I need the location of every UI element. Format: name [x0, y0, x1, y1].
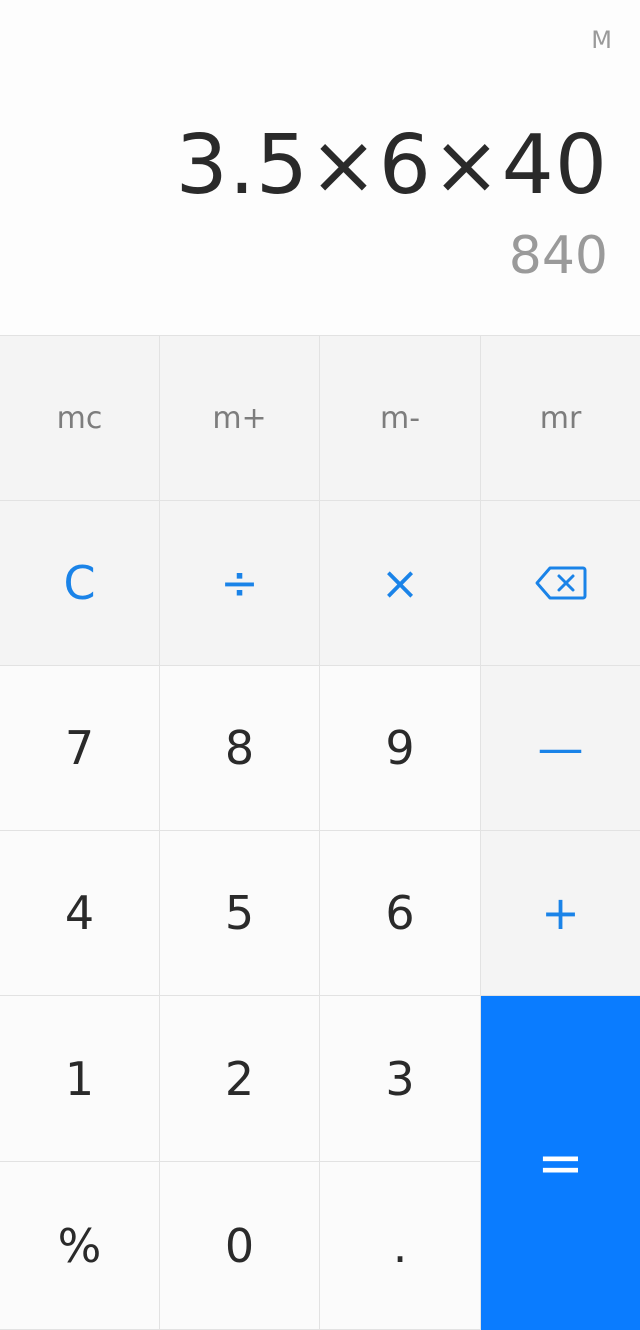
- keypad: mc m+ m- mr C ÷ × 7 8 9 — 4 5 6 + 1 2 3 …: [0, 336, 640, 1330]
- memory-add-button[interactable]: m+: [160, 336, 320, 501]
- expression-display: 3.5×6×40: [175, 118, 608, 213]
- memory-recall-button[interactable]: mr: [481, 336, 640, 501]
- digit-1-button[interactable]: 1: [0, 996, 160, 1162]
- clear-button[interactable]: C: [0, 501, 160, 666]
- digit-2-button[interactable]: 2: [160, 996, 320, 1162]
- digit-0-button[interactable]: 0: [160, 1162, 320, 1330]
- digit-7-button[interactable]: 7: [0, 666, 160, 831]
- plus-button[interactable]: +: [481, 831, 640, 996]
- calculator-app: M 3.5×6×40 840 mc m+ m- mr C ÷ × 7 8 9 —…: [0, 0, 640, 1330]
- decimal-button[interactable]: .: [320, 1162, 481, 1330]
- digit-4-button[interactable]: 4: [0, 831, 160, 996]
- multiply-button[interactable]: ×: [320, 501, 481, 666]
- result-preview: 840: [508, 226, 608, 286]
- digit-8-button[interactable]: 8: [160, 666, 320, 831]
- percent-button[interactable]: %: [0, 1162, 160, 1330]
- digit-9-button[interactable]: 9: [320, 666, 481, 831]
- digit-5-button[interactable]: 5: [160, 831, 320, 996]
- equals-button[interactable]: =: [481, 996, 640, 1330]
- digit-3-button[interactable]: 3: [320, 996, 481, 1162]
- backspace-button[interactable]: [481, 501, 640, 666]
- calculator-display: M 3.5×6×40 840: [0, 0, 640, 336]
- memory-indicator: M: [591, 26, 612, 54]
- backspace-icon: [535, 566, 586, 600]
- memory-clear-button[interactable]: mc: [0, 336, 160, 501]
- minus-button[interactable]: —: [481, 666, 640, 831]
- divide-button[interactable]: ÷: [160, 501, 320, 666]
- digit-6-button[interactable]: 6: [320, 831, 481, 996]
- memory-subtract-button[interactable]: m-: [320, 336, 481, 501]
